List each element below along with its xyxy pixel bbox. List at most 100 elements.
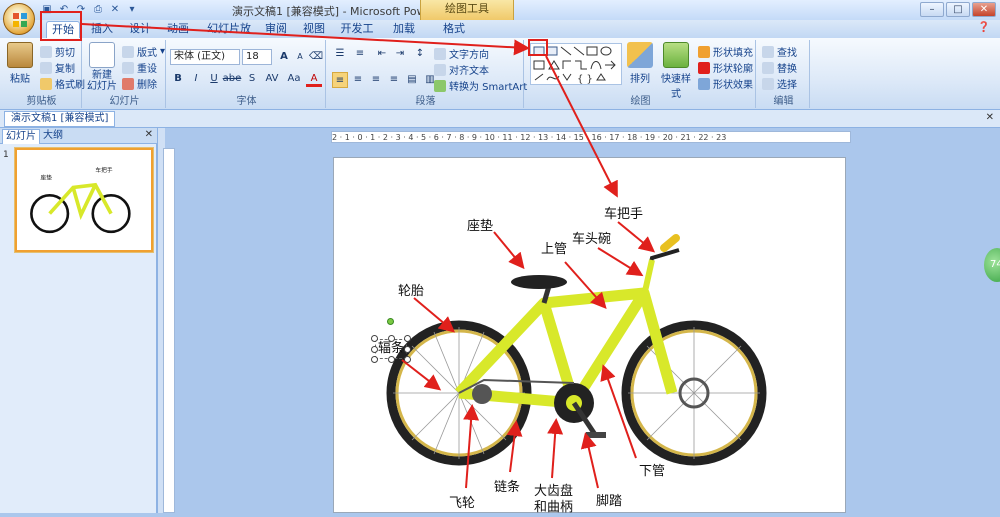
- label-top-tube: 上管: [541, 242, 568, 257]
- font-color-button[interactable]: A: [306, 71, 322, 87]
- binoculars-icon: [762, 45, 774, 58]
- maximize-button[interactable]: □: [946, 2, 970, 17]
- copy-button[interactable]: 复制: [40, 60, 75, 75]
- justify-icon[interactable]: ≡: [386, 72, 402, 88]
- bicycle-picture: [386, 234, 767, 466]
- tab-slides[interactable]: 幻灯片: [2, 129, 40, 144]
- resize-handle[interactable]: [371, 356, 378, 363]
- print-icon[interactable]: ⎙: [91, 3, 105, 17]
- replace-button[interactable]: 替换: [762, 60, 797, 75]
- find-button[interactable]: 查找: [762, 44, 797, 59]
- text-direction-icon: [434, 47, 446, 60]
- shape-outline-button[interactable]: 形状轮廓: [698, 60, 753, 75]
- font-size-combo[interactable]: 18: [242, 49, 272, 65]
- delete-button[interactable]: 删除: [122, 76, 157, 91]
- change-case-button[interactable]: Aa: [284, 71, 304, 87]
- tab-animation[interactable]: 动画: [164, 21, 192, 38]
- scissors-icon: [40, 45, 52, 58]
- tab-format[interactable]: 格式: [440, 21, 468, 38]
- line-spacing-icon[interactable]: ↕: [412, 46, 428, 62]
- resize-handle[interactable]: [388, 356, 395, 363]
- shrink-font-button[interactable]: A: [292, 49, 308, 65]
- tab-outline[interactable]: 大纲: [40, 129, 66, 144]
- label-handlebar: 车把手: [604, 207, 644, 222]
- group-label-drawing: 绘图: [630, 96, 651, 107]
- more-icon[interactable]: ▾: [125, 3, 139, 17]
- select-button[interactable]: 选择: [762, 76, 797, 91]
- label-freewheel: 飞轮: [449, 496, 476, 511]
- horizontal-ruler: 2 · 1 · 0 · 1 · 2 · 3 · 4 · 5 · 6 · 7 · …: [331, 131, 851, 143]
- bold-button[interactable]: B: [170, 71, 186, 87]
- label-crank: 和曲柄: [534, 500, 574, 515]
- document-tab-bar: 演示文稿1 [兼容模式] ✕: [0, 110, 1000, 128]
- label-seat: 座垫: [467, 219, 494, 234]
- shape-effects-button[interactable]: 形状效果: [698, 76, 753, 91]
- resize-handle[interactable]: [371, 346, 378, 353]
- italic-button[interactable]: I: [188, 71, 204, 87]
- resize-handle[interactable]: [404, 356, 411, 363]
- tab-insert[interactable]: 插入: [88, 21, 116, 38]
- x-icon[interactable]: ✕: [108, 3, 122, 17]
- underline-button[interactable]: U: [206, 71, 222, 87]
- paste-button[interactable]: 粘贴: [6, 42, 34, 85]
- shape-fill-button[interactable]: 形状填充: [698, 44, 753, 59]
- tab-review[interactable]: 审阅: [262, 21, 290, 38]
- columns-icon[interactable]: ▥: [422, 72, 438, 88]
- document-tab[interactable]: 演示文稿1 [兼容模式]: [4, 111, 116, 127]
- cursor-icon: [762, 77, 774, 90]
- arrange-icon: [627, 42, 653, 68]
- rotate-handle[interactable]: [387, 318, 394, 325]
- grow-font-button[interactable]: A: [276, 49, 292, 65]
- tab-addins[interactable]: 加载项: [388, 21, 420, 51]
- resize-handle[interactable]: [404, 335, 411, 342]
- increase-indent-icon[interactable]: ⇥: [392, 46, 408, 62]
- align-right-icon[interactable]: ≡: [368, 72, 384, 88]
- decrease-indent-icon[interactable]: ⇤: [374, 46, 390, 62]
- reset-icon: [122, 61, 134, 74]
- numbering-icon[interactable]: ≡: [352, 46, 368, 62]
- resize-handle[interactable]: [371, 335, 378, 342]
- cut-button[interactable]: 剪切: [40, 44, 75, 59]
- minimize-button[interactable]: –: [920, 2, 944, 17]
- close-document-icon[interactable]: ✕: [986, 112, 994, 123]
- group-label-editing: 编辑: [773, 96, 794, 107]
- font-name-combo[interactable]: 宋体 (正文): [170, 49, 240, 65]
- char-spacing-button[interactable]: AV: [262, 71, 282, 87]
- office-logo-icon: [13, 13, 27, 27]
- distribute-icon[interactable]: ▤: [404, 72, 420, 88]
- resize-handle[interactable]: [404, 346, 411, 353]
- align-center-icon[interactable]: ≡: [350, 72, 366, 88]
- close-button[interactable]: ✕: [972, 2, 996, 17]
- close-pane-icon[interactable]: ✕: [145, 129, 153, 140]
- help-icon[interactable]: ❓: [978, 22, 990, 33]
- bullets-icon[interactable]: ☰: [332, 46, 348, 62]
- tab-slideshow[interactable]: 幻灯片放映: [202, 21, 256, 51]
- tab-developer[interactable]: 开发工具: [336, 21, 378, 51]
- smartart-button[interactable]: 转换为 SmartArt: [434, 78, 527, 93]
- shadow-button[interactable]: S: [244, 71, 260, 87]
- office-button[interactable]: [3, 3, 35, 35]
- align-left-icon[interactable]: ≡: [332, 72, 348, 88]
- resize-handle[interactable]: [388, 335, 395, 342]
- highlight-home-tab: [40, 11, 82, 41]
- slide-thumbnail[interactable]: 座垫 车把手: [15, 148, 153, 252]
- strikethrough-button[interactable]: abe: [222, 71, 242, 87]
- thumbnail-bike-picture: 座垫 车把手: [30, 166, 131, 234]
- group-label-font: 字体: [236, 96, 257, 107]
- format-painter-button[interactable]: 格式刷: [40, 76, 85, 91]
- arrange-button[interactable]: 排列: [624, 42, 656, 85]
- paint-bucket-icon: [698, 45, 710, 58]
- tab-view[interactable]: 视图: [300, 21, 328, 38]
- new-slide-button[interactable]: 新建 幻灯片: [86, 42, 118, 92]
- copy-icon: [40, 61, 52, 74]
- label-chain: 链条: [494, 480, 521, 495]
- align-text-button[interactable]: 对齐文本: [434, 62, 489, 77]
- group-paragraph: ☰ ≡ ⇤ ⇥ ↕ 文字方向 对齐文本 转换为 SmartArt ≡ ≡ ≡ ≡…: [328, 40, 527, 108]
- clear-format-icon[interactable]: ⌫: [308, 49, 324, 65]
- pen-icon: [698, 61, 710, 74]
- tab-design[interactable]: 设计: [126, 21, 154, 38]
- layout-button[interactable]: 版式 ▾: [122, 44, 165, 59]
- text-direction-button[interactable]: 文字方向: [434, 46, 489, 61]
- reset-button[interactable]: 重设: [122, 60, 157, 75]
- label-pedal: 脚踏: [596, 494, 623, 509]
